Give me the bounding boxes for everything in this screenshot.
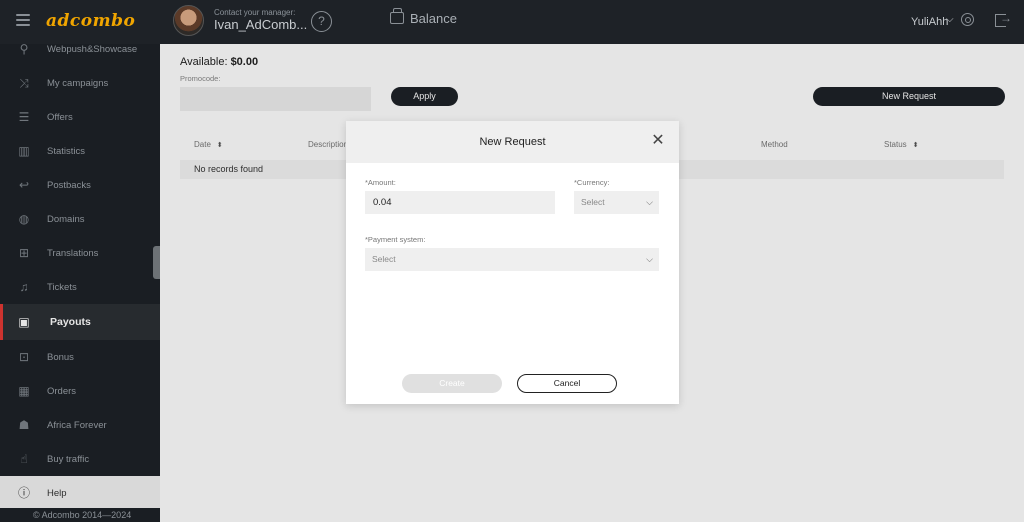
payment-system-select[interactable]: Select ⌵ <box>365 248 659 271</box>
currency-label: *Currency: <box>574 178 610 187</box>
modal-header: New Request ✕ <box>346 121 679 163</box>
currency-select[interactable]: Select ⌵ <box>574 191 659 214</box>
manager-caption: Contact your manager: <box>214 8 296 17</box>
logo[interactable]: adcombo <box>46 11 135 31</box>
amount-input[interactable]: 0.04 <box>365 191 555 214</box>
chevron-down-icon: ⌵ <box>646 197 653 207</box>
menu-icon[interactable] <box>16 14 30 26</box>
settings-icon[interactable] <box>961 13 974 26</box>
payment-system-label: *Payment system: <box>365 235 426 244</box>
cancel-button[interactable]: Cancel <box>517 374 617 393</box>
close-icon[interactable]: ✕ <box>651 133 665 149</box>
amount-label: *Amount: <box>365 178 396 187</box>
user-menu[interactable]: YuliAhh <box>911 16 948 28</box>
wallet-icon <box>390 8 404 24</box>
chevron-down-icon: ⌵ <box>646 254 653 264</box>
create-button[interactable]: Create <box>402 374 502 393</box>
modal-title: New Request <box>479 136 546 148</box>
chevron-down-icon[interactable]: ⌵ <box>946 14 954 25</box>
manager-avatar <box>173 5 204 36</box>
logout-icon[interactable] <box>995 11 1012 27</box>
new-request-modal: New Request ✕ *Amount: 0.04 *Currency: S… <box>346 121 679 404</box>
payment-system-select-value: Select <box>372 254 396 264</box>
balance-link[interactable]: Balance <box>410 11 457 26</box>
help-icon[interactable]: ? <box>311 11 332 32</box>
currency-select-value: Select <box>581 197 605 207</box>
manager-name[interactable]: Ivan_AdComb... <box>214 17 307 32</box>
